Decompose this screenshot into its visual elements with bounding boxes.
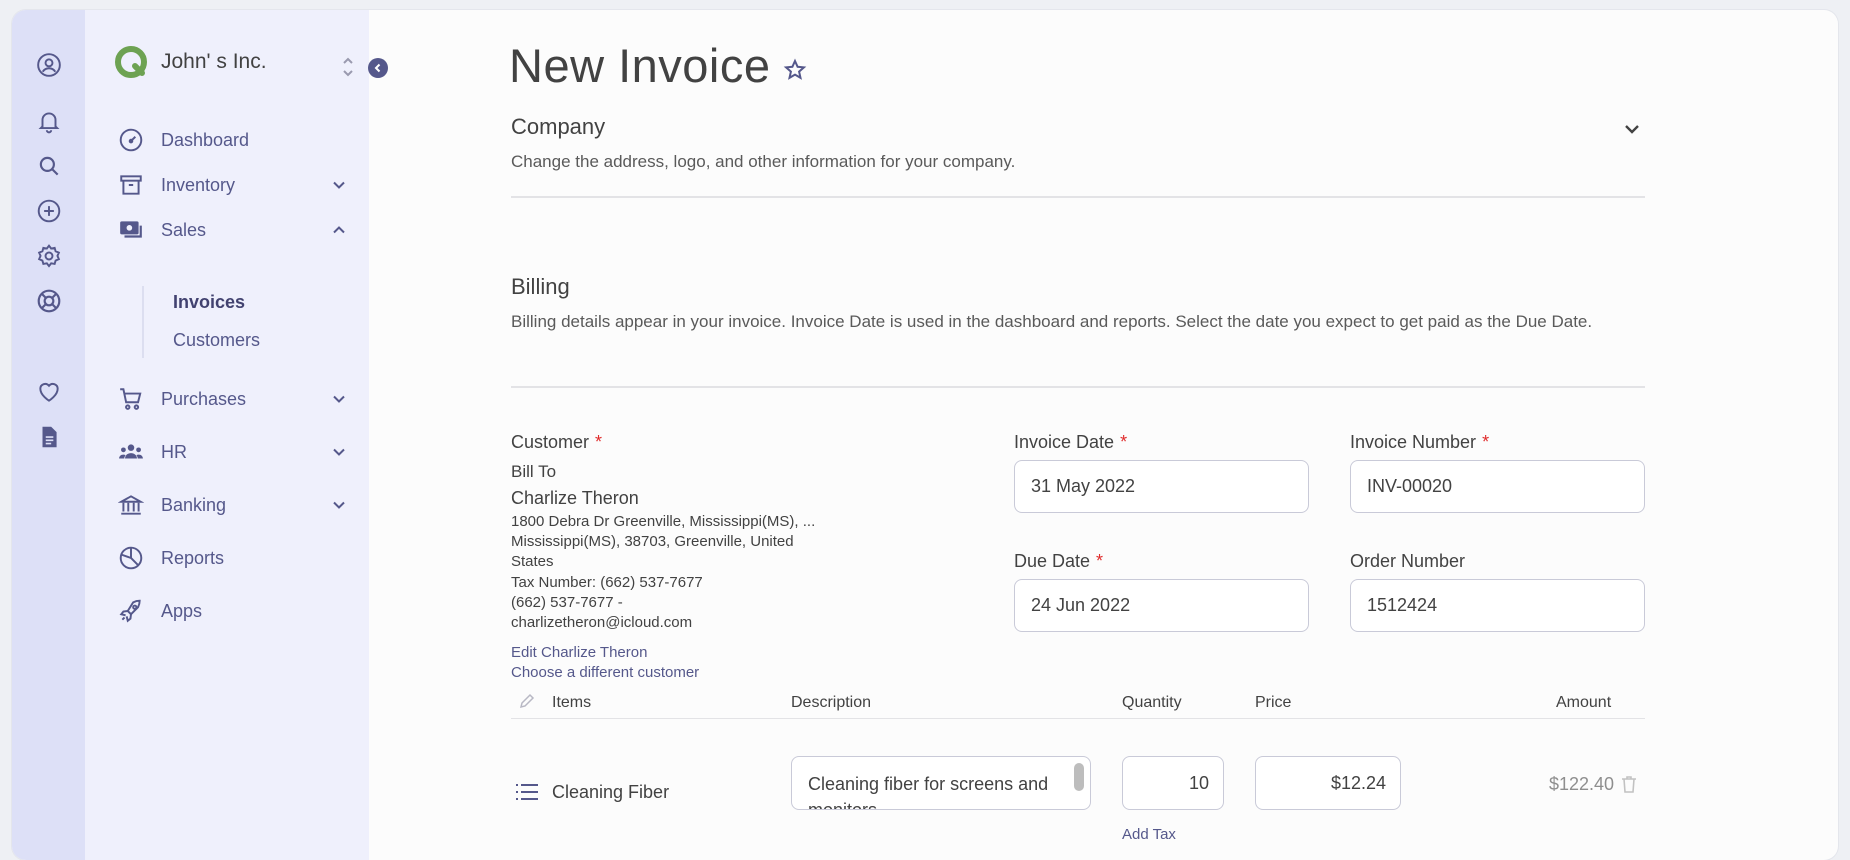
section-desc-company: Change the address, logo, and other info… [511,152,1016,171]
main-content: New Invoice Company Change the address, … [369,10,1838,860]
company-switcher[interactable]: John' s Inc. [115,46,267,78]
rocket-icon [117,597,145,625]
section-title-company: Company [511,114,606,139]
people-icon [117,438,145,466]
sidebar-item-sales[interactable]: Sales [117,213,347,247]
sidebar-item-purchases[interactable]: Purchases [117,382,347,416]
due-date-label: Due Date * [1014,551,1104,571]
column-header-items: Items [552,694,592,711]
sidebar-item-inventory[interactable]: Inventory [117,168,347,202]
chevron-down-icon[interactable] [1621,118,1643,140]
sidebar-item-label: HR [161,441,187,462]
sidebar-item-hr[interactable]: HR [117,435,347,469]
customer-phone: (662) 537-7677 - [511,594,623,611]
column-header-description: Description [791,694,872,711]
item-quantity-input[interactable]: 10 [1122,756,1224,810]
archive-box-icon [117,171,145,199]
divider [511,386,1645,388]
sidebar-item-label: Sales [161,219,207,240]
sidebar-item-label: Banking [161,494,227,515]
sidebar-item-label: Inventory [161,174,236,195]
pencil-icon[interactable] [518,692,536,710]
sidebar-item-label: Purchases [161,388,247,409]
pie-chart-icon [117,544,145,572]
lifebuoy-icon[interactable] [36,288,62,314]
search-icon[interactable] [36,153,62,179]
sidebar-subitem-customers[interactable]: Customers [173,330,260,351]
sidebar-item-label: Reports [161,547,225,568]
switch-company-chevrons-icon[interactable] [341,54,355,80]
sidebar: John' s Inc. Dashboard Inventory Sales I… [85,10,388,860]
sidebar-item-apps[interactable]: Apps [117,594,347,628]
choose-customer-link[interactable]: Choose a different customer [511,664,699,681]
app-window: John' s Inc. Dashboard Inventory Sales I… [12,10,1838,860]
required-mark: * [1120,432,1128,452]
divider [511,196,1645,198]
order-number-input[interactable]: 1512424 [1350,579,1645,632]
chevron-down-icon [333,181,345,189]
app-logo-icon [115,46,147,78]
item-price-input[interactable]: $12.24 [1255,756,1401,810]
document-icon[interactable] [36,424,62,450]
chevron-down-icon [333,448,345,456]
invoice-date-label: Invoice Date * [1014,432,1128,452]
customer-address-line-1: 1800 Debra Dr Greenville, Mississippi(MS… [511,513,816,530]
sidebar-item-label: Apps [161,600,203,621]
sidebar-item-label: Dashboard [161,129,250,150]
company-name: John' s Inc. [161,50,267,73]
column-header-price: Price [1255,694,1292,711]
table-divider [511,718,1645,719]
item-amount: $122.40 [1549,774,1615,794]
due-date-input[interactable]: 24 Jun 2022 [1014,579,1309,632]
sidebar-item-reports[interactable]: Reports [117,541,347,575]
invoice-date-input[interactable]: 31 May 2022 [1014,460,1309,513]
shopping-cart-icon [117,385,145,413]
item-description-input[interactable]: Cleaning fiber for screens and monitors [791,756,1091,810]
speedometer-icon [117,126,145,154]
sidebar-item-banking[interactable]: Banking [117,488,347,522]
add-circle-icon[interactable] [36,198,62,224]
bank-icon [117,491,145,519]
customer-email: charlizetheron@icloud.com [511,614,693,631]
customer-address-line-2: Mississippi(MS), 38703, Greenville, Unit… [511,533,794,550]
star-icon[interactable] [783,58,807,82]
bill-to-label: Bill To [511,462,557,481]
customer-address-line-3: States [511,553,554,570]
trash-icon[interactable] [1619,774,1639,794]
chevron-down-icon [333,501,345,509]
money-icon [117,216,145,244]
item-description-text: Cleaning fiber for screens and monitors [808,774,1049,810]
icon-rail [12,10,85,860]
required-mark: * [1096,551,1104,571]
customer-name: Charlize Theron [511,488,639,508]
customer-label: Customer * [511,432,603,452]
sidebar-item-dashboard[interactable]: Dashboard [117,123,347,157]
page-title: New Invoice [509,39,771,92]
item-name[interactable]: Cleaning Fiber [552,782,669,803]
chevron-up-icon [333,226,345,234]
gear-icon[interactable] [36,243,62,269]
invoice-number-input[interactable]: INV-00020 [1350,460,1645,513]
scrollbar-thumb[interactable] [1074,763,1084,791]
required-mark: * [1482,432,1490,452]
bell-icon[interactable] [36,108,62,134]
submenu-divider [142,286,144,358]
edit-customer-link[interactable]: Edit Charlize Theron [511,644,647,661]
customer-tax-number: Tax Number: (662) 537-7677 [511,574,703,591]
profile-icon[interactable] [36,52,62,78]
chevron-down-icon [333,395,345,403]
column-header-amount: Amount [1556,694,1612,711]
heart-icon[interactable] [36,379,62,405]
column-header-quantity: Quantity [1122,694,1182,711]
add-tax-link[interactable]: Add Tax [1122,826,1176,843]
section-title-billing: Billing [511,274,570,299]
sidebar-subitem-invoices[interactable]: Invoices [173,292,245,313]
drag-handle-icon[interactable] [515,782,539,802]
required-mark: * [595,432,603,452]
invoice-number-label: Invoice Number * [1350,432,1490,452]
section-desc-billing: Billing details appear in your invoice. … [511,312,1593,331]
order-number-label: Order Number [1350,551,1466,571]
